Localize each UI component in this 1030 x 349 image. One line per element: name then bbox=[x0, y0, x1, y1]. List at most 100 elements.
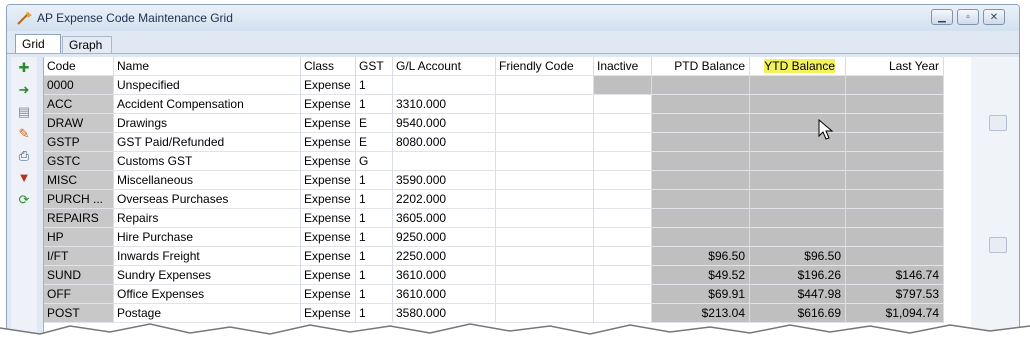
table-row[interactable]: HP Hire Purchase Expense 1 9250.000 bbox=[44, 228, 972, 247]
inactive-cell[interactable] bbox=[594, 209, 652, 228]
ytd-balance-cell[interactable] bbox=[750, 76, 846, 95]
table-row[interactable]: GSTC Customs GST Expense G bbox=[44, 152, 972, 171]
ytd-balance-cell[interactable] bbox=[750, 209, 846, 228]
header-ptd-balance[interactable]: PTD Balance bbox=[652, 57, 750, 76]
class-cell[interactable]: Expense bbox=[301, 285, 356, 304]
class-cell[interactable]: Expense bbox=[301, 266, 356, 285]
gl-account-cell[interactable]: 9250.000 bbox=[393, 228, 496, 247]
table-row[interactable]: REPAIRS Repairs Expense 1 3605.000 bbox=[44, 209, 972, 228]
last-year-cell[interactable] bbox=[846, 114, 944, 133]
panel-icon-top[interactable] bbox=[989, 115, 1007, 131]
name-cell[interactable]: Office Expenses bbox=[114, 285, 301, 304]
last-year-cell[interactable] bbox=[846, 152, 944, 171]
friendly-code-cell[interactable] bbox=[496, 114, 594, 133]
ptd-balance-cell[interactable] bbox=[652, 190, 750, 209]
document-icon[interactable]: ▤ bbox=[15, 103, 33, 121]
gst-cell[interactable]: E bbox=[356, 114, 393, 133]
table-row[interactable]: OFF Office Expenses Expense 1 3610.000 $69.91… bbox=[44, 285, 972, 304]
refresh-icon[interactable]: ⟳ bbox=[15, 191, 33, 209]
ptd-balance-cell[interactable]: $69.91 bbox=[652, 285, 750, 304]
gst-cell[interactable]: 1 bbox=[356, 285, 393, 304]
class-cell[interactable]: Expense bbox=[301, 190, 356, 209]
gl-account-cell[interactable]: 2202.000 bbox=[393, 190, 496, 209]
inactive-cell[interactable] bbox=[594, 76, 652, 95]
inactive-cell[interactable] bbox=[594, 228, 652, 247]
name-cell[interactable]: Sundry Expenses bbox=[114, 266, 301, 285]
header-inactive[interactable]: Inactive bbox=[594, 57, 652, 76]
minimize-button[interactable]: ▁ bbox=[931, 9, 953, 25]
last-year-cell[interactable]: $797.53 bbox=[846, 285, 944, 304]
code-cell[interactable]: PURCH ... bbox=[44, 190, 114, 209]
ytd-balance-cell[interactable] bbox=[750, 190, 846, 209]
expense-code-grid[interactable]: Code Name Class GST G/L Account Friendly… bbox=[43, 57, 972, 341]
gst-cell[interactable]: 1 bbox=[356, 209, 393, 228]
class-cell[interactable]: Expense bbox=[301, 95, 356, 114]
gst-cell[interactable]: 1 bbox=[356, 266, 393, 285]
table-row[interactable]: PURCH ... Overseas Purchases Expense 1 2202.… bbox=[44, 190, 972, 209]
header-ytd-balance[interactable]: YTD Balance bbox=[750, 57, 846, 76]
inactive-cell[interactable] bbox=[594, 247, 652, 266]
ytd-balance-cell[interactable]: $447.98 bbox=[750, 285, 846, 304]
class-cell[interactable]: Expense bbox=[301, 171, 356, 190]
inactive-cell[interactable] bbox=[594, 95, 652, 114]
gl-account-cell[interactable]: 8080.000 bbox=[393, 133, 496, 152]
add-record-icon[interactable]: ✚ bbox=[15, 59, 33, 77]
last-year-cell[interactable] bbox=[846, 76, 944, 95]
ptd-balance-cell[interactable] bbox=[652, 209, 750, 228]
code-cell[interactable]: 0000 bbox=[44, 76, 114, 95]
friendly-code-cell[interactable] bbox=[496, 76, 594, 95]
tab-graph[interactable]: Graph bbox=[62, 36, 112, 53]
panel-icon-bottom[interactable] bbox=[989, 237, 1007, 253]
gst-cell[interactable]: G bbox=[356, 152, 393, 171]
table-row[interactable]: SUND Sundry Expenses Expense 1 3610.000 $49.5… bbox=[44, 266, 972, 285]
name-cell[interactable]: Unspecified bbox=[114, 76, 301, 95]
name-cell[interactable]: Repairs bbox=[114, 209, 301, 228]
code-cell[interactable]: GSTC bbox=[44, 152, 114, 171]
gl-account-cell[interactable]: 3610.000 bbox=[393, 285, 496, 304]
header-gl-account[interactable]: G/L Account bbox=[393, 57, 496, 76]
friendly-code-cell[interactable] bbox=[496, 247, 594, 266]
gl-account-cell[interactable] bbox=[393, 152, 496, 171]
gl-account-cell[interactable]: 2250.000 bbox=[393, 247, 496, 266]
close-button[interactable]: ✕ bbox=[983, 9, 1005, 25]
gst-cell[interactable]: 1 bbox=[356, 95, 393, 114]
last-year-cell[interactable]: $146.74 bbox=[846, 266, 944, 285]
filter-icon[interactable]: ▼ bbox=[15, 169, 33, 187]
insert-record-icon[interactable]: ➜ bbox=[15, 81, 33, 99]
class-cell[interactable]: Expense bbox=[301, 133, 356, 152]
name-cell[interactable]: Accident Compensation bbox=[114, 95, 301, 114]
code-cell[interactable]: DRAW bbox=[44, 114, 114, 133]
friendly-code-cell[interactable] bbox=[496, 95, 594, 114]
ytd-balance-cell[interactable] bbox=[750, 228, 846, 247]
name-cell[interactable]: Drawings bbox=[114, 114, 301, 133]
friendly-code-cell[interactable] bbox=[496, 228, 594, 247]
last-year-cell[interactable] bbox=[846, 190, 944, 209]
last-year-cell[interactable] bbox=[846, 209, 944, 228]
ytd-balance-cell[interactable] bbox=[750, 95, 846, 114]
ptd-balance-cell[interactable] bbox=[652, 133, 750, 152]
inactive-cell[interactable] bbox=[594, 190, 652, 209]
friendly-code-cell[interactable] bbox=[496, 171, 594, 190]
inactive-cell[interactable] bbox=[594, 133, 652, 152]
print-icon[interactable]: ⎙ bbox=[15, 147, 33, 165]
header-last-year[interactable]: Last Year bbox=[846, 57, 944, 76]
ptd-balance-cell[interactable] bbox=[652, 114, 750, 133]
ptd-balance-cell[interactable] bbox=[652, 95, 750, 114]
table-row[interactable]: 0000 Unspecified Expense 1 bbox=[44, 76, 972, 95]
header-friendly-code[interactable]: Friendly Code bbox=[496, 57, 594, 76]
ptd-balance-cell[interactable]: $96.50 bbox=[652, 247, 750, 266]
friendly-code-cell[interactable] bbox=[496, 152, 594, 171]
header-gst[interactable]: GST bbox=[356, 57, 393, 76]
header-code[interactable]: Code bbox=[44, 57, 114, 76]
name-cell[interactable]: Customs GST bbox=[114, 152, 301, 171]
code-cell[interactable]: OFF bbox=[44, 285, 114, 304]
last-year-cell[interactable] bbox=[846, 171, 944, 190]
class-cell[interactable]: Expense bbox=[301, 228, 356, 247]
last-year-cell[interactable] bbox=[846, 228, 944, 247]
friendly-code-cell[interactable] bbox=[496, 133, 594, 152]
table-row[interactable]: ACC Accident Compensation Expense 1 3310.000 bbox=[44, 95, 972, 114]
ptd-balance-cell[interactable]: $49.52 bbox=[652, 266, 750, 285]
gst-cell[interactable]: 1 bbox=[356, 190, 393, 209]
name-cell[interactable]: GST Paid/Refunded bbox=[114, 133, 301, 152]
last-year-cell[interactable] bbox=[846, 133, 944, 152]
